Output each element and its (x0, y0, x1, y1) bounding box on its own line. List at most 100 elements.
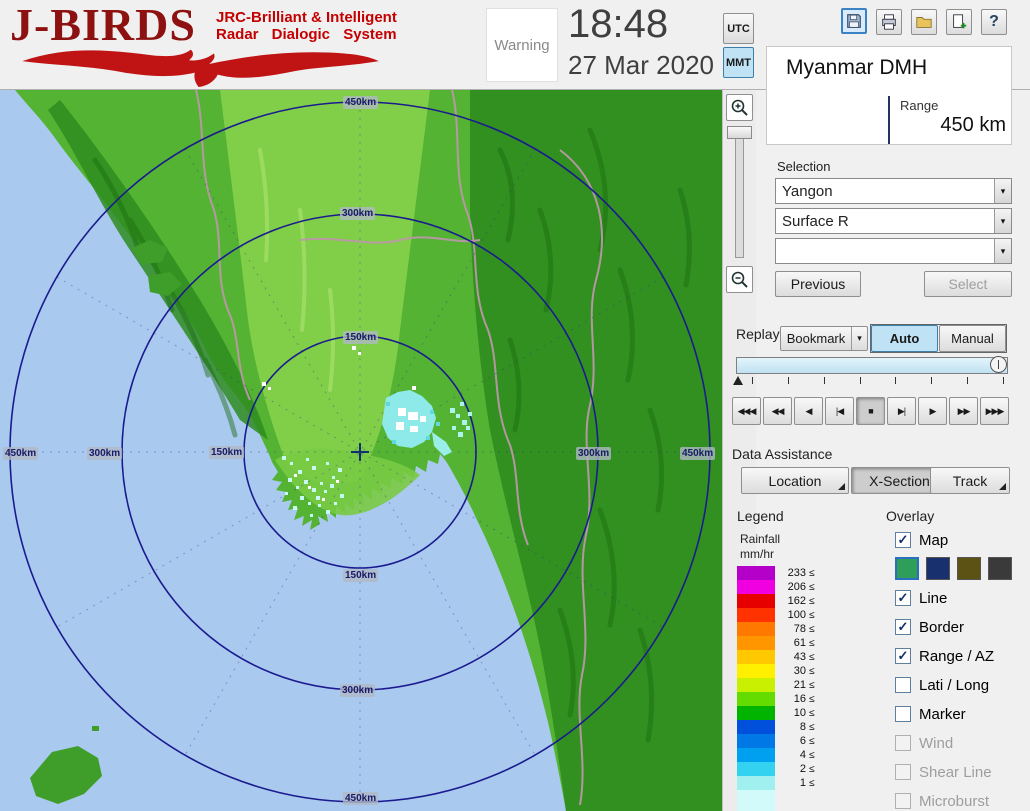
zoom-out-button[interactable] (726, 266, 753, 293)
legend-color-swatch (737, 790, 775, 811)
step-forward-button[interactable]: ▶| (887, 397, 916, 425)
site-combo[interactable]: Yangon ▾ (775, 178, 1012, 204)
utc-button[interactable]: UTC (723, 13, 754, 44)
manual-button[interactable]: Manual (939, 325, 1006, 352)
zoom-in-button[interactable] (726, 94, 753, 121)
fast-forward-button[interactable]: ▶▶ (949, 397, 978, 425)
legend-lte: ≤ (809, 722, 815, 733)
dropdown-corner-icon (999, 483, 1006, 490)
replay-slider[interactable] (736, 357, 1008, 374)
legend-lte: ≤ (809, 582, 815, 593)
select-button[interactable]: Select (924, 271, 1012, 297)
skip-end-button[interactable]: ▶▶▶ (980, 397, 1009, 425)
legend-lte: ≤ (809, 624, 815, 635)
map-color-swatch-gray[interactable] (988, 557, 1012, 580)
play-reverse-button[interactable]: ◀ (794, 397, 823, 425)
legend-lte: ≤ (809, 666, 815, 677)
mmt-button[interactable]: MMT (723, 47, 754, 78)
data-assistance-label: Data Assistance (732, 446, 832, 462)
zoom-slider-thumb[interactable] (727, 126, 752, 139)
step-back-button[interactable]: |◀ (825, 397, 854, 425)
product-combo[interactable]: Surface R ▾ (775, 208, 1012, 234)
floppy-icon (845, 12, 863, 30)
bookmark-button[interactable]: Bookmark ▾ (780, 326, 868, 351)
legend-color-swatch (737, 720, 775, 734)
chevron-down-icon[interactable]: ▾ (851, 327, 867, 350)
help-icon: ? (989, 13, 999, 31)
legend-lte: ≤ (809, 764, 815, 775)
map-color-swatch-olive[interactable] (957, 557, 981, 580)
legend-value: 78 (780, 623, 806, 635)
stop-button[interactable]: ■ (856, 397, 885, 425)
bookmark-label: Bookmark (787, 331, 846, 346)
overlay-row-range-az[interactable]: ✓ Range / AZ (895, 646, 994, 666)
extra-combo[interactable]: ▾ (775, 238, 1012, 264)
radar-map[interactable]: 450km 300km 150km 150km 300km 450km 450k… (0, 90, 722, 811)
checkbox (895, 793, 911, 809)
dropdown-corner-icon (838, 483, 845, 490)
product-combo-value: Surface R (782, 213, 849, 230)
legend-value: 10 (780, 707, 806, 719)
play-button[interactable]: ▶ (918, 397, 947, 425)
jbirds-app: J-BIRDS JRC-Brilliant & Intelligent Rada… (0, 0, 1030, 811)
legend-value: 8 (780, 721, 806, 733)
legend-color-swatch (737, 594, 775, 608)
overlay-label: Microburst (919, 793, 989, 810)
map-color-swatch-navy[interactable] (926, 557, 950, 580)
legend-value: 21 (780, 679, 806, 691)
previous-button[interactable]: Previous (775, 271, 861, 297)
chevron-down-icon[interactable]: ▾ (994, 179, 1011, 203)
legend-lte: ≤ (809, 694, 815, 705)
overlay-label: Marker (919, 706, 966, 723)
chevron-down-icon[interactable]: ▾ (994, 209, 1011, 233)
legend-unit-2: mm/hr (740, 547, 774, 561)
overlay-label: Range / AZ (919, 648, 994, 665)
slider-thumb[interactable] (990, 356, 1007, 373)
help-button[interactable]: ? (981, 9, 1007, 35)
legend-color-swatch (737, 762, 775, 776)
range-ring-label: 300km (87, 447, 122, 460)
overlay-row-map[interactable]: ✓ Map (895, 530, 948, 550)
location-label: Location (769, 473, 822, 489)
zoom-slider-track[interactable] (735, 128, 744, 258)
chevron-down-icon[interactable]: ▾ (994, 239, 1011, 263)
overlay-label: Border (919, 619, 964, 636)
legend-value: 16 (780, 693, 806, 705)
warning-button[interactable]: Warning (486, 8, 558, 82)
range-ring-label: 450km (343, 96, 378, 109)
location-button[interactable]: Location (741, 467, 849, 494)
legend-value: 43 (780, 651, 806, 663)
legend-lte: ≤ (809, 778, 815, 789)
legend-color-swatch (737, 664, 775, 678)
auto-button[interactable]: Auto (871, 325, 938, 352)
legend-row: 206≤ (737, 580, 815, 594)
checkbox (895, 735, 911, 751)
legend-color-swatch (737, 706, 775, 720)
legend-lte: ≤ (809, 736, 815, 747)
legend-color-swatch (737, 622, 775, 636)
legend-color-swatch (737, 692, 775, 706)
legend-row: 6≤ (737, 734, 815, 748)
open-button[interactable] (911, 9, 937, 35)
overlay-row-marker[interactable]: Marker (895, 704, 966, 724)
map-color-swatch-green[interactable] (895, 557, 919, 580)
range-value: 450 km (880, 114, 1006, 137)
legend-value: 4 (780, 749, 806, 761)
legend-lte: ≤ (809, 568, 815, 579)
legend-value: 100 (780, 609, 806, 621)
range-ring-label: 450km (3, 447, 38, 460)
export-button[interactable] (946, 9, 972, 35)
overlay-row-lati-long[interactable]: Lati / Long (895, 675, 989, 695)
print-button[interactable] (876, 9, 902, 35)
legend-row: 78≤ (737, 622, 815, 636)
overlay-row-border[interactable]: ✓ Border (895, 617, 964, 637)
legend-value: 2 (780, 763, 806, 775)
fast-rewind-button[interactable]: ◀◀ (763, 397, 792, 425)
save-button[interactable] (841, 8, 867, 34)
track-button[interactable]: Track (930, 467, 1010, 494)
skip-start-button[interactable]: ◀◀◀ (732, 397, 761, 425)
legend-row: 16≤ (737, 692, 815, 706)
legend-color-swatch (737, 650, 775, 664)
legend-color-swatch (737, 636, 775, 650)
overlay-row-line[interactable]: ✓ Line (895, 588, 947, 608)
